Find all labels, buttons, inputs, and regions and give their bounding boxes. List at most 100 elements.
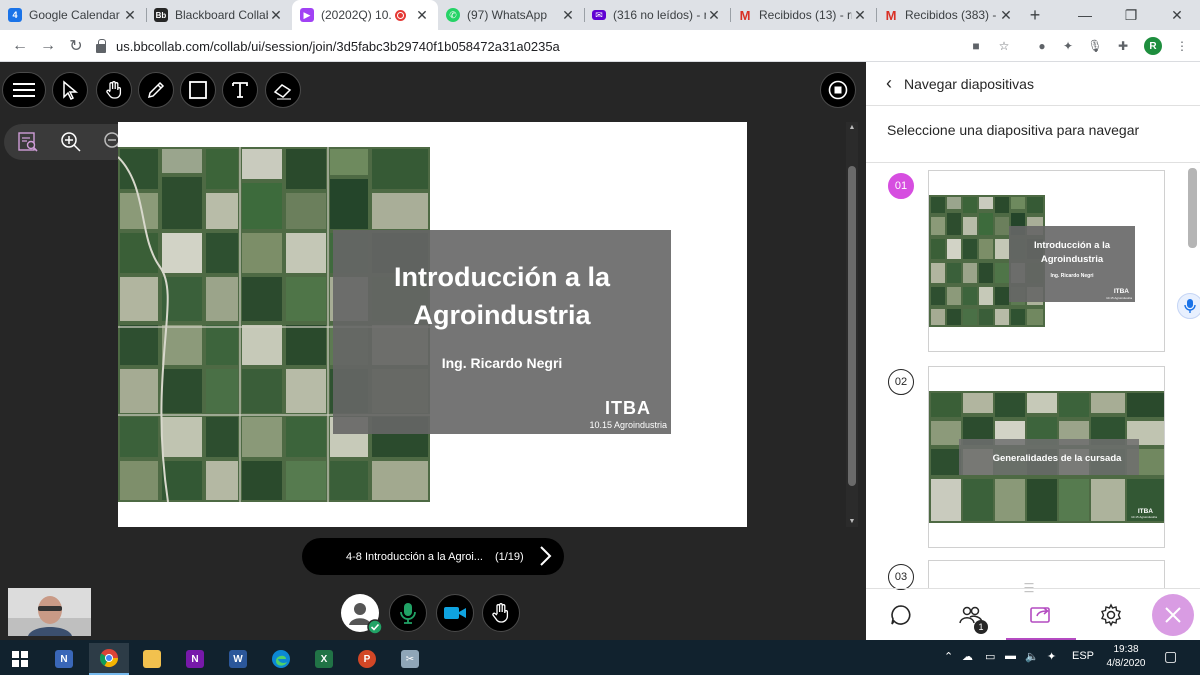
slide-title-line-1: Introducción a la [393,262,611,292]
scroll-up-icon[interactable]: ▲ [846,124,858,131]
cloud-icon[interactable]: ☁ [962,650,973,663]
text-tool-button[interactable] [222,72,258,108]
tab-yahoo-mail[interactable]: ✉ (316 no leídos) - n ✕ [584,0,730,30]
start-button[interactable] [0,643,40,675]
close-icon[interactable]: ✕ [268,7,284,24]
tab-google-calendar[interactable]: 4 Google Calendar - ✕ [0,0,146,30]
close-icon [1165,607,1181,623]
slide-scrollbar[interactable]: ▲ ▼ [846,122,858,527]
slide-title-box: Introducción a la Agroindustria Ing. Ric… [333,230,671,434]
tab-title: Blackboard Collab [175,8,268,22]
taskbar-edge[interactable] [261,643,301,675]
taskbar-snipping-tool[interactable]: ✂ [390,643,430,675]
tab-chat[interactable] [866,589,936,641]
back-icon[interactable]: ← [10,36,30,56]
restore-button[interactable]: ❐ [1108,0,1154,30]
zoom-in-button[interactable] [57,127,86,157]
tab-gmail-1[interactable]: M Recibidos (13) - rr ✕ [730,0,876,30]
scroll-down-icon[interactable]: ▼ [846,518,858,525]
taskbar-onenote[interactable]: N [175,643,215,675]
volume-icon[interactable]: 🔈 [1025,650,1039,663]
slide-thumbnail[interactable]: Generalidades de la cursada ITBA 10.15 A… [928,366,1165,548]
thumb-title-line-1: Introducción a la [1034,240,1111,251]
notifications-icon[interactable]: ▢ [1164,648,1177,665]
close-icon[interactable]: ✕ [122,7,138,24]
taskbar-powerpoint[interactable]: P [347,643,387,675]
close-window-button[interactable]: ✕ [1154,0,1200,30]
session-menu-button[interactable] [2,72,46,108]
close-icon[interactable]: ✕ [414,7,430,24]
extension-icon[interactable]: ● [1034,38,1050,54]
new-tab-button[interactable]: + [1022,0,1048,30]
mic-extension-icon[interactable]: 🎙 [1087,38,1103,54]
battery-icon[interactable]: ▬ [1005,650,1016,662]
slide-pager: 4-8 Introducción a la Agroi... (1/19) [302,538,564,575]
tab-participants[interactable]: 1 [936,589,1006,641]
scrollbar-thumb[interactable] [848,166,856,486]
itba-logo: ITBA [605,398,651,418]
dropbox-icon[interactable]: ✦ [1060,38,1076,54]
stop-share-button[interactable] [820,72,856,108]
slide-author: Ing. Ricardo Negri [441,355,563,371]
network-icon[interactable]: ▭ [985,650,995,663]
profile-avatar[interactable]: R [1144,37,1162,55]
reload-icon[interactable]: ↻ [66,36,86,56]
shape-tool-button[interactable] [180,72,216,108]
slide-thumbnail[interactable]: Introducción a la Agroindustria Ing. Ric… [928,170,1165,352]
taskbar-chrome[interactable] [89,643,129,675]
close-icon[interactable]: ✕ [706,7,722,24]
notebook-icon: N [55,650,73,668]
fit-width-button[interactable] [14,127,43,157]
close-icon[interactable]: ✕ [998,7,1014,24]
tab-session[interactable]: ▶ (20202Q) 10.1 ✕ [292,0,438,30]
eraser-tool-button[interactable] [265,72,301,108]
presentation-slide[interactable]: Introducción a la Agroindustria Ing. Ric… [118,122,747,527]
tab-whatsapp[interactable]: ✆ (97) WhatsApp ✕ [438,0,584,30]
taskbar-excel[interactable]: X [304,643,344,675]
taskbar-onenote-meeting[interactable]: N [44,643,84,675]
minimize-button[interactable]: — [1062,0,1108,30]
pen-tool-button[interactable] [138,72,174,108]
pan-tool-button[interactable] [96,72,132,108]
taskbar-file-explorer[interactable] [132,643,172,675]
panel-title: Navegar diapositivas [904,75,1034,92]
select-tool-button[interactable] [52,72,88,108]
camera-button[interactable] [436,594,474,632]
chevron-left-icon[interactable]: ‹ [886,73,892,94]
puzzle-icon[interactable]: ✚ [1115,38,1131,54]
zoom-in-icon [61,132,81,152]
panel-scrollbar[interactable] [1186,156,1200,588]
gmail-icon: M [739,7,751,23]
microphone-button[interactable] [389,594,427,632]
tab-share-content[interactable] [1006,589,1076,641]
slide-thumbnail[interactable] [928,560,1165,588]
close-icon[interactable]: ✕ [560,7,576,24]
taskbar-word[interactable]: W [218,643,258,675]
close-panel-button[interactable] [1152,594,1194,636]
bookmark-star-icon[interactable]: ☆ [996,38,1012,54]
powerpoint-icon: P [358,650,376,668]
menu-dots-icon[interactable]: ⋮ [1174,38,1190,54]
camera-indicator-icon[interactable]: ■ [968,38,984,54]
whatsapp-icon: ✆ [446,8,460,22]
scrollbar-thumb[interactable] [1188,168,1197,248]
chevron-up-icon[interactable]: ⌃ [944,650,953,663]
dropbox-tray-icon[interactable]: ✦ [1047,650,1056,663]
forward-icon[interactable]: → [38,36,58,56]
language-indicator[interactable]: ESP [1072,650,1094,662]
close-icon[interactable]: ✕ [852,7,868,24]
next-slide-button[interactable] [538,545,552,572]
raise-hand-button[interactable] [482,594,520,632]
my-status-button[interactable] [341,594,383,635]
panel-hint: Seleccione una diapositiva para navegar [887,122,1140,138]
folder-icon [143,650,161,668]
slide-navigation-panel: ‹ Navegar diapositivas Seleccione una di… [866,62,1200,641]
system-clock[interactable]: 19:38 4/8/2020 [1102,643,1150,671]
tab-settings[interactable] [1076,589,1146,641]
tab-blackboard-collab[interactable]: Bb Blackboard Collab ✕ [146,0,292,30]
voice-input-button[interactable] [1177,293,1200,319]
slide-title: Introducción a la Agroindustria [333,258,671,334]
url-text: us.bbcollab.com/collab/ui/session/join/3… [116,38,560,54]
tab-gmail-2[interactable]: M Recibidos (383) - r ✕ [876,0,1022,30]
address-bar[interactable]: us.bbcollab.com/collab/ui/session/join/3… [96,34,956,58]
